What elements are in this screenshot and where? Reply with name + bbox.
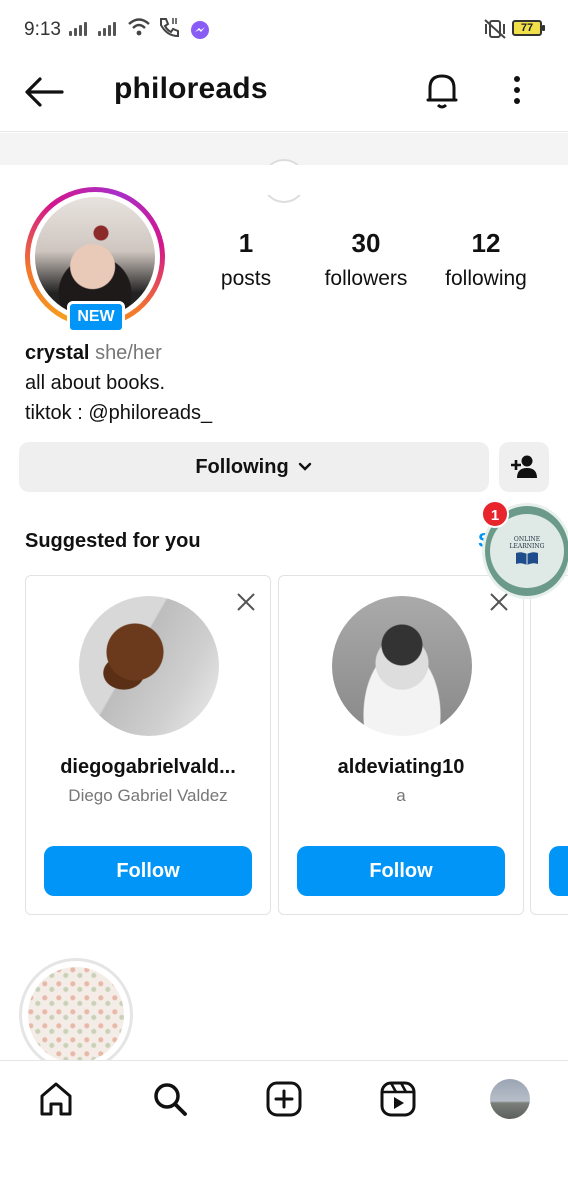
follow-button[interactable]: Follow [297,846,505,896]
nav-profile[interactable] [488,1077,532,1121]
stat-following[interactable]: 12 following [426,228,546,291]
following-button[interactable]: Following [19,442,489,492]
nav-home[interactable] [34,1077,78,1121]
stat-label: posts [220,267,272,290]
follow-button[interactable]: Follow [44,846,252,896]
stat-label: following [445,267,527,290]
chevron-down-icon [298,462,311,471]
suggestion-username[interactable]: aldeviating10 [279,756,523,779]
close-icon[interactable] [234,590,258,614]
bio-line: all about books. [25,372,166,394]
suggestion-avatar[interactable] [79,596,219,736]
highlight-cover [28,967,124,1063]
nav-create[interactable] [262,1077,306,1121]
pronouns: she/her [95,342,162,364]
bio-line: tiktok : @philoreads_ [25,402,213,424]
stat-followers[interactable]: 30 followers [306,228,426,291]
new-badge: NEW [67,301,125,333]
logo-text-top: ONLINE [513,536,541,543]
suggestion-full-name: Diego Gabriel Valdez [68,786,228,805]
signal-icon [69,22,87,36]
wifi-call-icon [160,18,179,38]
profile-avatar [35,197,155,317]
create-icon [266,1081,302,1117]
vibrate-mute-icon [484,19,506,39]
suggestion-card[interactable]: diegogabrielvald... Diego Gabriel Valdez… [25,575,271,915]
following-label: Following [195,455,289,478]
stat-value: 30 [351,228,381,258]
signal-icon-2 [98,22,116,36]
stat-value: 12 [471,228,501,258]
display-name: crystal [25,342,90,364]
wifi-icon [128,18,150,36]
home-icon [40,1082,72,1116]
battery-indicator: 77 [512,20,545,36]
stat-posts[interactable]: 1 posts [186,228,306,291]
messenger-icon [191,21,209,39]
profile-bio: crystal she/her all about books. tiktok … [25,338,212,428]
suggestion-full-name: a [396,786,406,805]
status-bar: 9:13 77 [0,0,568,58]
suggested-title: Suggested for you [25,530,201,552]
pull-refresh-area [0,133,568,203]
profile-avatar [490,1079,530,1119]
stat-label: followers [324,267,408,290]
status-time: 9:13 [24,19,61,40]
arrow-left-icon[interactable] [22,72,66,112]
reels-icon [380,1081,416,1117]
logo-text-bottom: LEARNING [509,543,545,550]
suggestion-avatar[interactable] [332,596,472,736]
add-user-icon [511,455,537,478]
suggestion-username[interactable]: diegogabrielvald... [26,756,270,779]
stat-value: 1 [238,228,254,258]
suggest-users-button[interactable] [499,442,549,492]
bottom-navigation [0,1060,568,1200]
search-icon [154,1083,187,1116]
more-vertical-icon[interactable] [500,70,534,110]
profile-header: philoreads [0,58,568,132]
story-highlight[interactable] [19,958,133,1072]
suggestion-card-partial[interactable] [530,575,568,915]
nav-reels[interactable] [376,1077,420,1121]
nav-search[interactable] [148,1077,192,1121]
bell-icon[interactable] [420,68,464,112]
profile-username-title: philoreads [114,72,268,105]
follow-button[interactable] [549,846,568,896]
suggestion-card[interactable]: aldeviating10 a Follow [278,575,524,915]
notification-count-badge: 1 [481,500,509,528]
book-icon [516,552,538,565]
